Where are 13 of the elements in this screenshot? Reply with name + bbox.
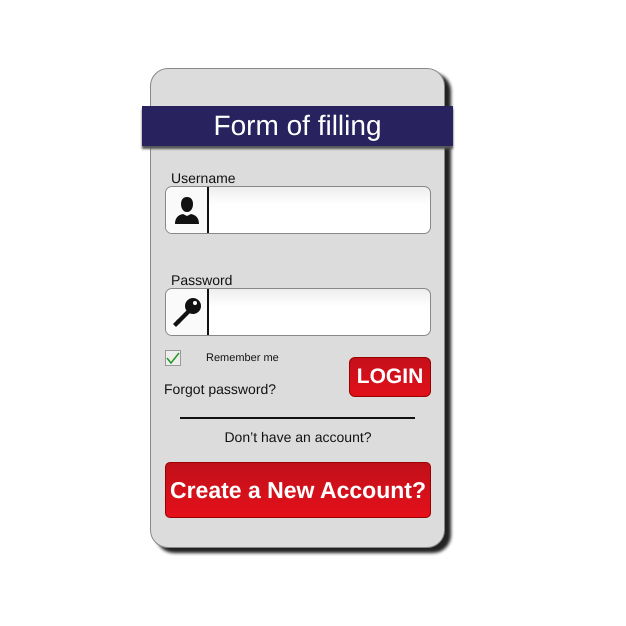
remember-checkbox[interactable] xyxy=(165,350,181,366)
form-title: Form of filling xyxy=(142,106,453,146)
create-account-button[interactable]: Create a New Account? xyxy=(165,462,431,518)
field-label: Username xyxy=(171,171,237,186)
login-button[interactable]: LOGIN xyxy=(349,357,431,397)
user-icon xyxy=(174,196,198,224)
key-icon xyxy=(172,297,202,327)
remember-label: Remember me xyxy=(206,352,279,364)
password-field[interactable] xyxy=(165,288,431,336)
forgot-password-link[interactable]: Forgot password? xyxy=(164,381,279,397)
field-label: Password xyxy=(171,273,234,288)
signup-prompt: Don’t have an account? xyxy=(223,429,373,445)
username-field[interactable] xyxy=(165,186,431,234)
